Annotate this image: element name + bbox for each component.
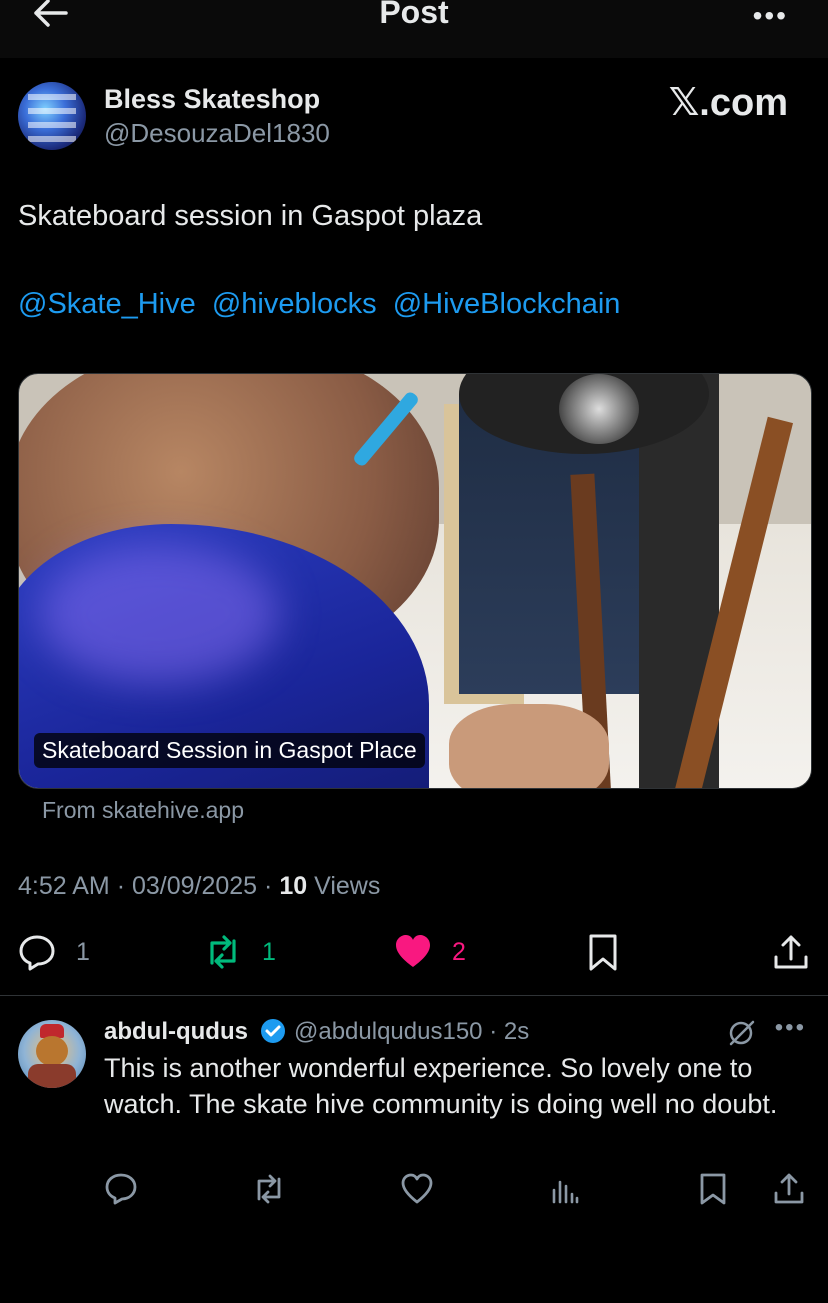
heart-icon[interactable]: [400, 1172, 434, 1206]
reply-time: 2s: [503, 1018, 530, 1045]
author-name[interactable]: Bless Skateshop: [104, 84, 320, 115]
bookmark-icon[interactable]: [696, 1172, 730, 1206]
author-handle[interactable]: @DesouzaDel1830: [104, 118, 330, 149]
top-bar: Post •••: [0, 0, 828, 58]
post-time: 4:52 AM: [18, 872, 110, 900]
bookmark-icon: [589, 934, 617, 971]
share-icon: [774, 935, 808, 969]
like-button[interactable]: 2: [394, 932, 466, 972]
post-meta: 4:52 AM · 03/09/2025 · 10 Views: [18, 872, 381, 900]
reply-avatar[interactable]: [18, 1020, 86, 1088]
media-caption: Skateboard Session in Gaspot Place: [34, 733, 425, 768]
x-watermark: 𝕏.com: [668, 82, 788, 124]
mention-link[interactable]: @HiveBlockchain: [393, 288, 621, 320]
repost-icon[interactable]: [252, 1172, 286, 1206]
heart-icon: [396, 935, 430, 967]
analytics-icon[interactable]: [548, 1172, 582, 1206]
verified-icon: [261, 1019, 285, 1043]
repost-count: 1: [262, 937, 276, 966]
page-title: Post: [379, 0, 449, 30]
reply-icon[interactable]: [104, 1172, 138, 1206]
more-icon[interactable]: •••: [753, 0, 788, 32]
views-label: Views: [314, 872, 381, 900]
reply-button[interactable]: 1: [18, 932, 90, 972]
link-source[interactable]: From skatehive.app: [42, 797, 244, 824]
reply-author-name[interactable]: abdul-qudus: [104, 1018, 248, 1046]
repost-button[interactable]: 1: [204, 932, 276, 972]
like-count: 2: [452, 937, 466, 966]
reply-count: 1: [76, 937, 90, 966]
post-date: 03/09/2025: [131, 872, 258, 900]
mention-link[interactable]: @Skate_Hive: [18, 288, 196, 320]
post-media[interactable]: [18, 373, 812, 789]
views-count: 10: [279, 872, 308, 900]
repost-icon: [210, 935, 236, 969]
author-avatar[interactable]: [18, 82, 86, 150]
reply-text: This is another wonderful experience. So…: [104, 1053, 778, 1119]
reply-more-icon[interactable]: •••: [775, 1014, 806, 1042]
mentions: @Skate_Hive @hiveblocks @HiveBlockchain: [18, 288, 628, 321]
divider: [0, 995, 828, 996]
reply-handle-time: @abdulqudus150 · 2s: [294, 1018, 530, 1045]
share-button[interactable]: [772, 932, 810, 972]
mention-link[interactable]: @hiveblocks: [212, 288, 377, 320]
post-text: Skateboard session in Gaspot plaza: [18, 200, 483, 232]
reply-handle[interactable]: @abdulqudus150: [294, 1018, 483, 1045]
reply-icon: [19, 935, 55, 971]
share-icon[interactable]: [772, 1172, 806, 1206]
grok-icon[interactable]: [726, 1018, 756, 1048]
bookmark-button[interactable]: [584, 932, 622, 972]
